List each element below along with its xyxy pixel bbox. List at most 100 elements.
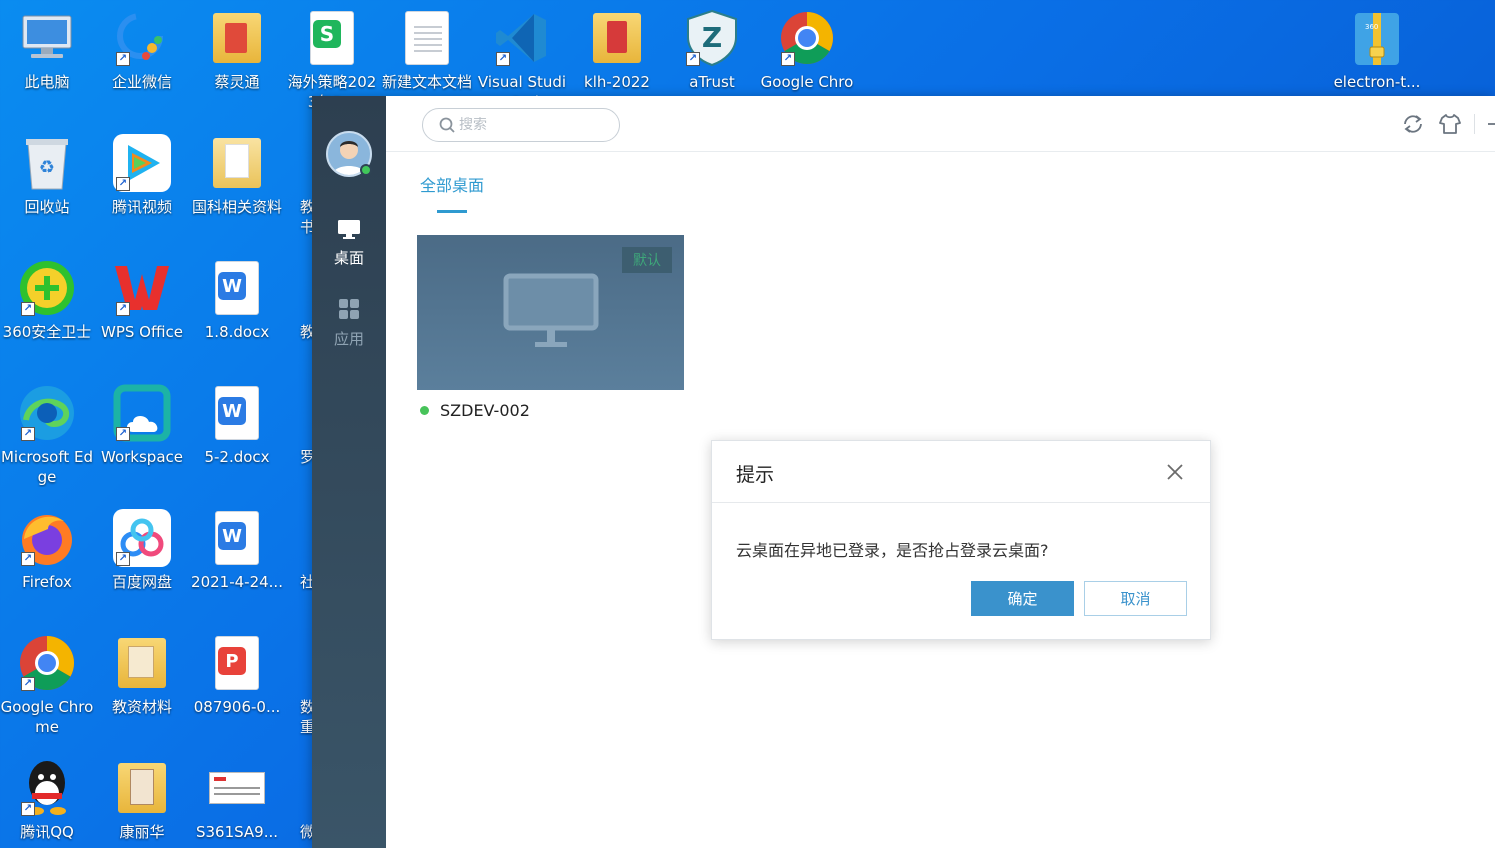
desktop-icon-recycle-bin[interactable]: ♻ 回收站 (0, 133, 94, 217)
desktop-icon-edge[interactable]: ↗ Microsoft Edge (0, 383, 94, 487)
desktop-icon-klh-2022[interactable]: klh-2022 (570, 8, 664, 92)
desktop-icon-teacher-materials[interactable]: 教资材料 (95, 633, 189, 717)
desktop-icon-label: 康丽华 (119, 823, 165, 841)
search-box[interactable] (422, 108, 620, 142)
folder-icon (112, 633, 172, 693)
atrust-icon: Z ↗ (682, 8, 742, 68)
shortcut-arrow-icon: ↗ (116, 302, 130, 316)
svg-text:Z: Z (702, 21, 722, 54)
recycle-bin-icon: ♻ (17, 133, 77, 193)
folder-icon (207, 8, 267, 68)
search-icon (439, 117, 455, 133)
apps-grid-icon (339, 298, 359, 319)
desktop-name: SZDEV-002 (440, 401, 530, 420)
text-file-icon (397, 8, 457, 68)
desktop-icon-label: 腾讯QQ (20, 823, 74, 841)
baidu-netdisk-icon: ↗ (112, 508, 172, 568)
desktop-icon-chrome[interactable]: ↗ Google Chrome (0, 633, 94, 737)
chrome-icon: ↗ (777, 8, 837, 68)
vscode-icon: ↗ (492, 8, 552, 68)
desktop-icon-new-text[interactable]: 新建文本文档 (380, 8, 474, 92)
shortcut-arrow-icon: ↗ (21, 427, 35, 441)
dialog-title: 提示 (736, 464, 775, 486)
folder-icon (587, 8, 647, 68)
desktop-icon-label: 蔡灵通 (214, 73, 260, 91)
wps-sheet-icon: S (302, 8, 362, 68)
shortcut-arrow-icon: ↗ (496, 52, 510, 66)
desktop-icon-label: 企业微信 (111, 73, 172, 91)
desktop-icon-wecom[interactable]: ↗ 企业微信 (95, 8, 189, 92)
sidebar-item-label: 桌面 (333, 248, 364, 267)
sidebar: 桌面 应用 (312, 96, 386, 848)
shortcut-arrow-icon: ↗ (21, 302, 35, 316)
shortcut-arrow-icon: ↗ (116, 177, 130, 191)
desktop-icon-label: 360安全卫士 (2, 323, 92, 341)
shortcut-arrow-icon: ↗ (116, 52, 130, 66)
desktop-icon-label: klh-2022 (584, 73, 650, 91)
firefox-icon: ↗ (17, 508, 77, 568)
desktop-icon-label: 新建文本文档 (381, 73, 472, 91)
shortcut-arrow-icon: ↗ (686, 52, 700, 66)
desktop-icon-tencent-video[interactable]: ↗ 腾讯视频 (95, 133, 189, 217)
desktop-icon-label: 百度网盘 (111, 573, 172, 591)
desktop-icon-label: Microsoft Edge (0, 448, 94, 486)
tab-all-desktops[interactable]: 全部桌面 (420, 172, 484, 196)
minimize-icon[interactable] (1484, 112, 1495, 136)
desktop-icon-this-pc[interactable]: 此电脑 (0, 8, 94, 92)
desktop-icon-label: aTrust (689, 73, 735, 91)
desktop-icon-baidu-netdisk[interactable]: ↗ 百度网盘 (95, 508, 189, 592)
desktop-icon-label: 回收站 (24, 198, 70, 216)
svg-text:♻: ♻ (39, 157, 55, 178)
desktop-card[interactable]: 默认 (417, 235, 684, 390)
skin-icon[interactable] (1438, 112, 1462, 136)
online-status-dot (360, 164, 372, 176)
360-security-icon: ↗ (17, 258, 77, 318)
folder-icon (112, 758, 172, 818)
desktop-icon-label: 此电脑 (24, 73, 70, 91)
svg-text:360: 360 (1365, 23, 1378, 31)
confirm-button[interactable]: 确定 (971, 581, 1074, 616)
toolbar-divider (1474, 114, 1475, 134)
monitor-icon (338, 219, 360, 239)
shortcut-arrow-icon: ↗ (116, 427, 130, 441)
wps-icon: ↗ (112, 258, 172, 318)
default-badge: 默认 (622, 247, 672, 273)
desktop-icon-atrust[interactable]: Z ↗ aTrust (665, 8, 759, 92)
desktop-icon-360[interactable]: ↗ 360安全卫士 (0, 258, 94, 342)
sidebar-item-desktop[interactable]: 桌面 (312, 208, 386, 278)
shortcut-arrow-icon: ↗ (781, 52, 795, 66)
desktop-icon-cailingtong[interactable]: 蔡灵通 (190, 8, 284, 92)
sidebar-item-label: 应用 (333, 329, 364, 348)
computer-icon (17, 8, 77, 68)
desktop-tabs: 全部桌面 (420, 172, 484, 213)
desktop-icon-label: Firefox (22, 573, 72, 591)
desktop-icon-workspace[interactable]: ↗ Workspace (95, 383, 189, 467)
shortcut-arrow-icon: ↗ (21, 677, 35, 691)
tab-active-indicator (437, 210, 467, 213)
desktop-icon-firefox[interactable]: ↗ Firefox (0, 508, 94, 592)
cancel-button[interactable]: 取消 (1084, 581, 1187, 616)
topbar (386, 96, 1495, 152)
desktop-icon-electron-zip[interactable]: 360 electron-t... (1330, 8, 1424, 92)
desktop-icon-label: Workspace (101, 448, 183, 466)
dialog-header: 提示 (712, 441, 1210, 503)
desktop-icon-qq[interactable]: ↗ 腾讯QQ (0, 758, 94, 842)
shortcut-arrow-icon: ↗ (116, 552, 130, 566)
desktop-card-status: SZDEV-002 (420, 401, 530, 420)
desktop-icon-label: 教资材料 (111, 698, 172, 716)
shortcut-arrow-icon: ↗ (21, 802, 35, 816)
qq-icon: ↗ (17, 758, 77, 818)
refresh-icon[interactable] (1401, 112, 1425, 136)
close-icon[interactable] (1164, 461, 1186, 483)
desktop-icon-kanglihua[interactable]: 康丽华 (95, 758, 189, 842)
sidebar-item-apps[interactable]: 应用 (312, 288, 386, 358)
monitor-icon (503, 273, 599, 347)
online-status-dot (420, 406, 429, 415)
workspace-icon: ↗ (112, 383, 172, 443)
confirm-dialog: 提示 云桌面在异地已登录，是否抢占登录云桌面? 确定 取消 (711, 440, 1211, 640)
desktop-icon-wps[interactable]: ↗ WPS Office (95, 258, 189, 342)
search-input[interactable] (459, 117, 609, 133)
edge-icon: ↗ (17, 383, 77, 443)
desktop-icon-label: 腾讯视频 (111, 198, 172, 216)
zip-archive-icon: 360 (1347, 8, 1407, 68)
